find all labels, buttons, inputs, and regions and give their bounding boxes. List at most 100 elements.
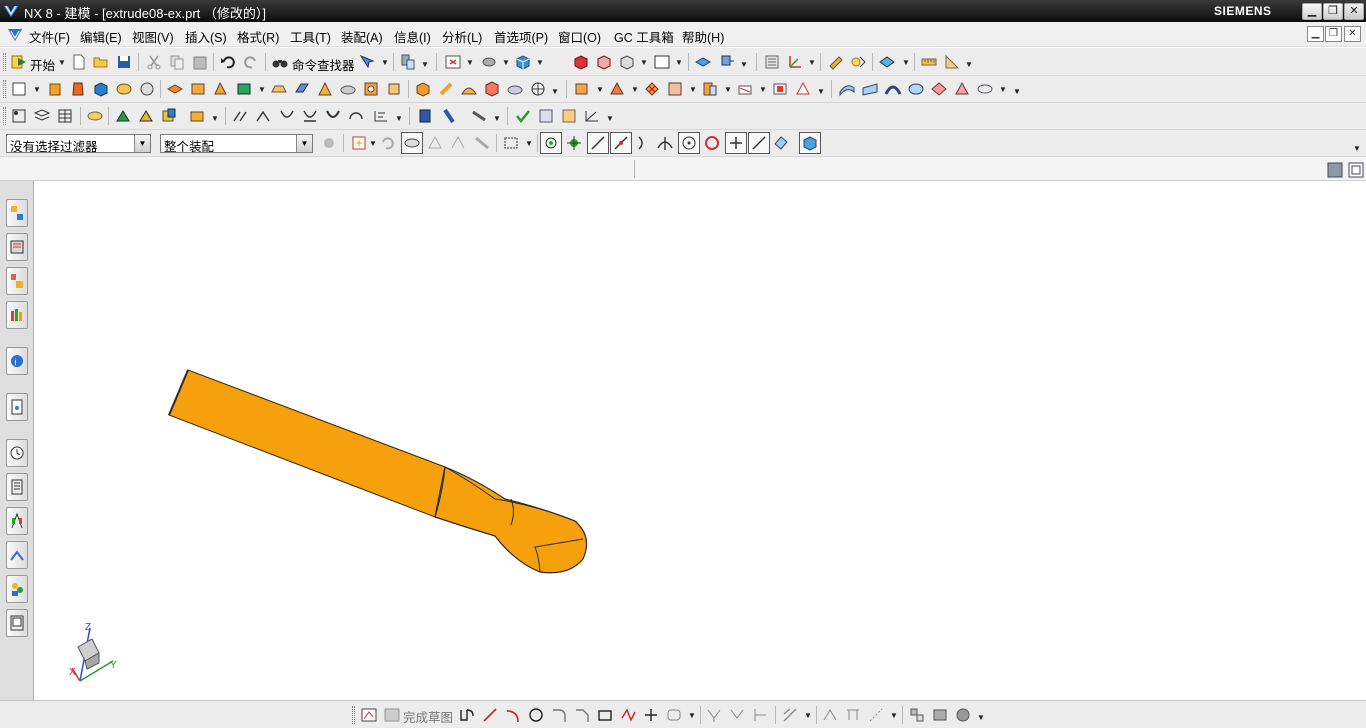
- constraint-icon[interactable]: [399, 53, 417, 71]
- analysis-dropdown-icon[interactable]: ▼: [606, 114, 614, 123]
- measure-distance-icon[interactable]: [920, 53, 938, 71]
- constraints-icon[interactable]: [781, 706, 799, 724]
- quick-pick-icon[interactable]: [350, 134, 368, 152]
- part-navigator-icon[interactable]: [763, 53, 781, 71]
- auto-constrain-icon[interactable]: [821, 706, 839, 724]
- chevron-down-icon[interactable]: ▼: [134, 135, 150, 152]
- midpoint-icon[interactable]: [612, 134, 630, 152]
- subtract-icon[interactable]: [189, 80, 207, 98]
- sketch-dropdown-icon[interactable]: ▼: [33, 85, 41, 94]
- pmi-chamfer-icon[interactable]: [301, 107, 319, 125]
- fit-view-dropdown-icon[interactable]: ▼: [466, 58, 474, 67]
- feature-playback-icon[interactable]: [849, 53, 867, 71]
- rectangle-select-dropdown-icon[interactable]: ▼: [525, 139, 533, 148]
- instance-feature-icon[interactable]: [414, 80, 432, 98]
- feature-filter-icon[interactable]: [403, 134, 421, 152]
- pmi-ordinate-icon[interactable]: [372, 107, 390, 125]
- copy-icon[interactable]: [168, 53, 186, 71]
- split-body-icon[interactable]: [483, 80, 501, 98]
- menu-tools[interactable]: 工具(T): [290, 27, 331, 46]
- minimize-button[interactable]: ▁: [1302, 3, 1322, 20]
- menu-help[interactable]: 帮助(H): [682, 27, 724, 46]
- offset-curve-icon[interactable]: [665, 706, 683, 724]
- type-filter-select[interactable]: 没有选择过滤器 ▼: [6, 134, 151, 154]
- finish-sketch-button[interactable]: 完成草图: [403, 707, 453, 726]
- pmi-angular-icon[interactable]: [255, 107, 273, 125]
- extrude-icon[interactable]: [46, 80, 64, 98]
- line-icon[interactable]: [481, 706, 499, 724]
- undo-icon[interactable]: [219, 53, 237, 71]
- menu-format[interactable]: 格式(R): [237, 27, 279, 46]
- save-icon[interactable]: [115, 53, 133, 71]
- menu-preferences[interactable]: 首选项(P): [494, 27, 548, 46]
- surface-through-curves-icon[interactable]: [838, 80, 856, 98]
- sketch-more-dropdown-icon[interactable]: ▼: [977, 713, 985, 722]
- chevron-down-icon[interactable]: ▼: [296, 135, 312, 152]
- assembly-move-icon[interactable]: [137, 107, 155, 125]
- background-dropdown-icon[interactable]: ▼: [675, 58, 683, 67]
- model-viewport[interactable]: Z Y X: [35, 181, 1366, 700]
- restore-button[interactable]: ❐: [1323, 3, 1343, 20]
- menu-insert[interactable]: 插入(S): [185, 27, 227, 46]
- finish-sketch-icon[interactable]: [383, 706, 401, 724]
- update-model-icon[interactable]: [954, 706, 972, 724]
- graphics-window-icon[interactable]: [1326, 161, 1343, 178]
- close-button[interactable]: ✕: [1344, 3, 1364, 20]
- intersection-point-icon[interactable]: [656, 134, 674, 152]
- existing-point-icon[interactable]: [727, 134, 745, 152]
- paste-icon[interactable]: [191, 53, 209, 71]
- resize-blend-icon[interactable]: [736, 80, 754, 98]
- orient-view-icon[interactable]: [514, 53, 532, 71]
- move-object-icon[interactable]: [718, 53, 736, 71]
- point-on-curve-icon[interactable]: [750, 134, 768, 152]
- sphere-view-icon[interactable]: [529, 80, 547, 98]
- curve-dropdown-icon[interactable]: ▼: [688, 711, 696, 720]
- chamfer-icon[interactable]: [293, 80, 311, 98]
- wireframe-cube-icon[interactable]: [595, 53, 613, 71]
- reuse-library-tab[interactable]: [6, 301, 28, 329]
- check-geometry-icon[interactable]: [514, 107, 532, 125]
- curve-icon[interactable]: [10, 107, 28, 125]
- ruled-surface-icon[interactable]: [861, 80, 879, 98]
- measure-angle-icon[interactable]: [943, 53, 961, 71]
- offset-region-icon[interactable]: [701, 80, 719, 98]
- sew-icon[interactable]: [506, 80, 524, 98]
- shape-edit-icon[interactable]: [794, 80, 812, 98]
- constraints-dropdown-icon[interactable]: ▼: [804, 711, 812, 720]
- full-screen-icon[interactable]: [1347, 161, 1364, 178]
- profile-icon[interactable]: [458, 706, 476, 724]
- rotate-view-icon[interactable]: [480, 53, 498, 71]
- history-tab[interactable]: [6, 439, 28, 467]
- convert-dropdown-icon[interactable]: ▼: [890, 711, 898, 720]
- start-button[interactable]: 开始: [30, 55, 55, 74]
- selection-bar-overflow-icon[interactable]: ▼: [1353, 144, 1361, 153]
- replace-dropdown-icon[interactable]: ▼: [689, 85, 697, 94]
- doc-close-button[interactable]: ✕: [1344, 26, 1361, 42]
- selection-scope-select[interactable]: 整个装配 ▼: [160, 134, 313, 154]
- constraint-dropdown-icon[interactable]: ▼: [421, 60, 429, 69]
- quick-trim-icon[interactable]: [705, 706, 723, 724]
- offset-dropdown-icon[interactable]: ▼: [724, 85, 732, 94]
- through-curve-mesh-icon[interactable]: [907, 80, 925, 98]
- shape-edit-dropdown-icon[interactable]: ▼: [817, 87, 825, 96]
- point-icon[interactable]: [642, 706, 660, 724]
- select-face-icon[interactable]: [426, 134, 444, 152]
- endpoint-icon[interactable]: [565, 134, 583, 152]
- thicken-icon[interactable]: [385, 80, 403, 98]
- measure-dropdown-icon[interactable]: ▼: [965, 60, 973, 69]
- toolbar-grip[interactable]: [3, 107, 6, 125]
- feature-more-dropdown-icon[interactable]: ▼: [551, 87, 559, 96]
- quick-extend-icon[interactable]: [728, 706, 746, 724]
- surface-more-dropdown-icon[interactable]: ▼: [1013, 87, 1021, 96]
- rotate-view-dropdown-icon[interactable]: ▼: [502, 58, 510, 67]
- assembly-add-icon[interactable]: [114, 107, 132, 125]
- face-analysis-icon[interactable]: [560, 107, 578, 125]
- wcs-dropdown-icon[interactable]: ▼: [808, 58, 816, 67]
- reattach-icon[interactable]: [931, 706, 949, 724]
- point-on-surface-icon[interactable]: [772, 134, 790, 152]
- hidden-edges-icon[interactable]: [618, 53, 636, 71]
- draft-analysis-icon[interactable]: [583, 107, 601, 125]
- select-edge-icon[interactable]: [449, 134, 467, 152]
- arc-center-icon[interactable]: [680, 134, 698, 152]
- doc-restore-button[interactable]: ❐: [1325, 26, 1342, 42]
